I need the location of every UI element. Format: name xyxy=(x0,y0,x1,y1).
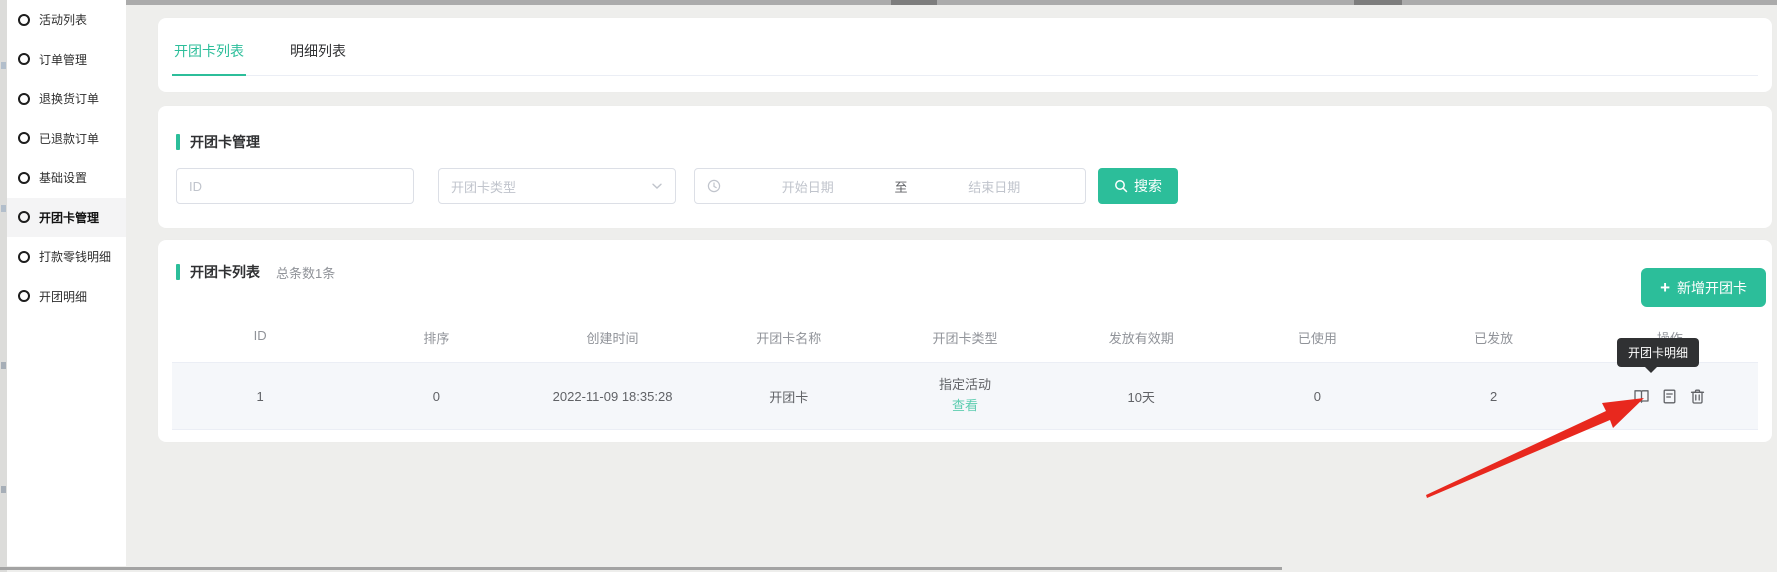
radio-circle-icon xyxy=(18,211,30,223)
card-type-select[interactable]: 开团卡类型 xyxy=(438,168,676,204)
tab-bar: 开团卡列表 明细列表 xyxy=(172,35,1758,76)
sidebar-item-group-detail[interactable]: 开团明细 xyxy=(7,277,126,317)
top-edge-artifact xyxy=(1354,0,1402,5)
search-icon xyxy=(1114,179,1128,193)
date-separator: 至 xyxy=(895,177,908,196)
sidebar-item-label: 已退款订单 xyxy=(39,130,99,147)
sidebar-item-basic-settings[interactable]: 基础设置 xyxy=(7,158,126,198)
start-date-placeholder: 开始日期 xyxy=(729,177,887,196)
radio-circle-icon xyxy=(18,93,30,105)
sidebar-item-label: 打款零钱明细 xyxy=(39,248,111,265)
column-header-name: 开团卡名称 xyxy=(701,328,877,347)
tab-detail-list[interactable]: 明细列表 xyxy=(288,35,348,75)
cell-sort: 0 xyxy=(348,389,524,404)
plus-icon: + xyxy=(1660,279,1670,296)
sidebar-item-label: 开团卡管理 xyxy=(39,209,99,226)
filter-section-title-text: 开团卡管理 xyxy=(190,132,260,152)
tab-card-list[interactable]: 开团卡列表 xyxy=(172,35,246,76)
section-accent-bar xyxy=(176,134,180,150)
total-count-label: 总条数1条 xyxy=(276,263,335,282)
tabs-card: 开团卡列表 明细列表 xyxy=(158,18,1772,92)
column-header-created: 创建时间 xyxy=(524,328,700,347)
left-edge-artifact xyxy=(1,486,6,493)
radio-circle-icon xyxy=(18,14,30,26)
left-edge-artifact xyxy=(1,62,6,69)
tooltip-text: 开团卡明细 xyxy=(1628,346,1688,360)
search-button-label: 搜索 xyxy=(1134,176,1162,196)
radio-circle-icon xyxy=(18,172,30,184)
id-input[interactable] xyxy=(176,168,414,204)
sidebar: 活动列表 订单管理 退换货订单 已退款订单 基础设置 开团卡管理 打款零钱明细 … xyxy=(7,0,126,566)
add-card-button[interactable]: + 新增开团卡 xyxy=(1641,268,1766,307)
sidebar-item-label: 开团明细 xyxy=(39,288,87,305)
chevron-down-icon xyxy=(651,180,663,192)
table-card: 开团卡列表 总条数1条 + 新增开团卡 ID 排序 创建时间 开团卡名称 开团卡… xyxy=(158,240,1772,442)
cell-id: 1 xyxy=(172,389,348,404)
cell-created: 2022-11-09 18:35:28 xyxy=(524,389,700,404)
radio-circle-icon xyxy=(18,251,30,263)
table-row: 1 0 2022-11-09 18:35:28 开团卡 指定活动 查看 10天 … xyxy=(172,362,1758,430)
cell-validity: 10天 xyxy=(1053,387,1229,406)
document-icon[interactable] xyxy=(1661,388,1678,405)
sidebar-item-order-management[interactable]: 订单管理 xyxy=(7,40,126,80)
date-range-picker[interactable]: 开始日期 至 结束日期 xyxy=(694,168,1086,204)
column-header-sort: 排序 xyxy=(348,328,524,347)
cell-issued: 2 xyxy=(1406,389,1582,404)
column-header-id: ID xyxy=(172,328,348,347)
tooltip: 开团卡明细 xyxy=(1617,338,1699,367)
sidebar-item-label: 订单管理 xyxy=(39,51,87,68)
filter-card: 开团卡管理 开团卡类型 开始日期 至 结束日期 搜索 xyxy=(158,106,1772,228)
left-edge-artifact xyxy=(0,0,7,572)
filter-controls: 开团卡类型 开始日期 至 结束日期 搜索 xyxy=(176,168,1178,204)
column-header-issued: 已发放 xyxy=(1406,328,1582,347)
end-date-placeholder: 结束日期 xyxy=(916,177,1074,196)
app-window: 活动列表 订单管理 退换货订单 已退款订单 基础设置 开团卡管理 打款零钱明细 … xyxy=(0,0,1777,572)
top-edge-artifact xyxy=(891,0,937,5)
sidebar-item-payment-detail[interactable]: 打款零钱明细 xyxy=(7,237,126,277)
sidebar-item-activity-list[interactable]: 活动列表 xyxy=(7,0,126,40)
sidebar-item-return-orders[interactable]: 退换货订单 xyxy=(7,79,126,119)
sidebar-item-card-management[interactable]: 开团卡管理 xyxy=(7,198,126,238)
card-type-select-placeholder: 开团卡类型 xyxy=(451,177,516,196)
add-card-button-label: 新增开团卡 xyxy=(1677,278,1747,298)
column-header-validity: 发放有效期 xyxy=(1053,328,1229,347)
column-header-type: 开团卡类型 xyxy=(877,328,1053,347)
left-edge-artifact xyxy=(1,362,6,369)
radio-circle-icon xyxy=(18,53,30,65)
cell-type-text: 指定活动 xyxy=(877,375,1053,395)
cell-used: 0 xyxy=(1229,389,1405,404)
sidebar-item-label: 活动列表 xyxy=(39,11,87,28)
sidebar-item-label: 退换货订单 xyxy=(39,90,99,107)
bottom-edge-artifact xyxy=(0,567,1282,570)
section-accent-bar xyxy=(176,264,180,280)
column-header-used: 已使用 xyxy=(1229,328,1405,347)
view-link[interactable]: 查看 xyxy=(877,395,1053,417)
open-book-icon[interactable] xyxy=(1633,388,1650,405)
cell-name: 开团卡 xyxy=(701,387,877,406)
cell-type: 指定活动 查看 xyxy=(877,375,1053,417)
radio-circle-icon xyxy=(18,132,30,144)
list-section-title-text: 开团卡列表 xyxy=(190,262,260,282)
trash-icon[interactable] xyxy=(1689,388,1706,405)
table-header-row: ID 排序 创建时间 开团卡名称 开团卡类型 发放有效期 已使用 已发放 操作 xyxy=(172,328,1758,347)
sidebar-item-label: 基础设置 xyxy=(39,169,87,186)
list-section-title: 开团卡列表 总条数1条 xyxy=(176,262,335,282)
cell-actions xyxy=(1582,388,1758,405)
sidebar-item-refunded-orders[interactable]: 已退款订单 xyxy=(7,119,126,159)
top-edge-artifact xyxy=(126,0,1777,5)
search-button[interactable]: 搜索 xyxy=(1098,168,1178,204)
left-edge-artifact xyxy=(1,205,6,212)
filter-section-title: 开团卡管理 xyxy=(176,132,260,152)
clock-icon xyxy=(707,179,721,193)
radio-circle-icon xyxy=(18,290,30,302)
